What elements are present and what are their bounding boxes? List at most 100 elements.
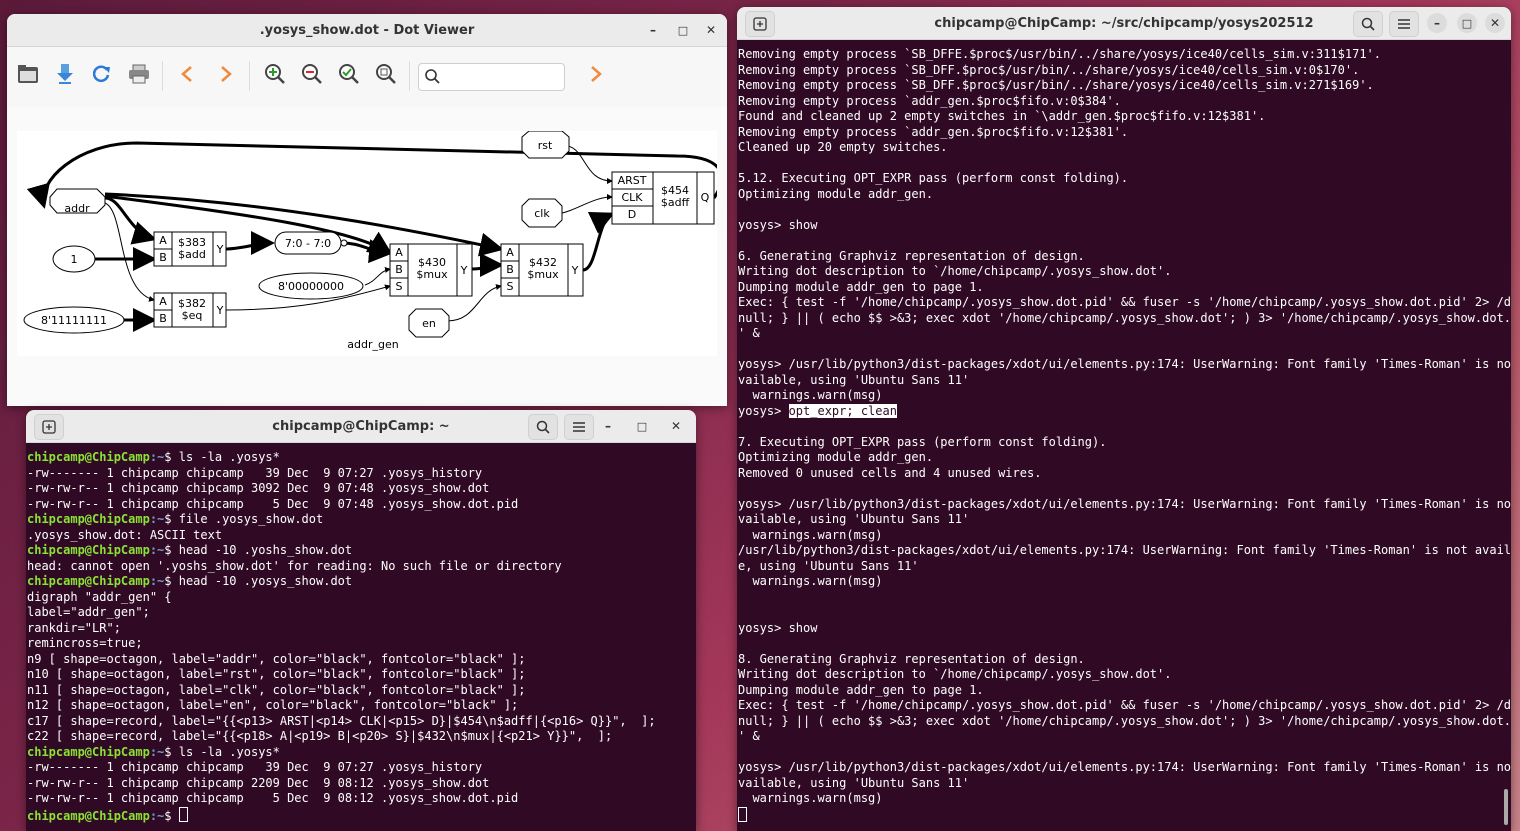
minimize-button[interactable]: – (598, 416, 618, 436)
graph-svg: addr rst clk en 1 8'11111111 8'00000000 … (23, 130, 723, 351)
terminal-cursor (738, 806, 747, 822)
minimize-button[interactable]: – (1427, 13, 1447, 33)
terminal-line: Found and cleaned up 2 empty switches in… (738, 109, 1266, 123)
back-icon[interactable] (174, 61, 200, 87)
zoom-out-icon[interactable] (299, 61, 325, 87)
svg-text:D: D (628, 208, 636, 221)
maximize-button[interactable]: □ (1457, 13, 1477, 33)
download-icon[interactable] (52, 61, 78, 87)
new-tab-icon (753, 17, 767, 31)
terminal-left-output[interactable]: chipcamp@ChipCamp:~$ ls -la .yosys* -rw--… (26, 443, 696, 831)
edge-mux2-ff (582, 212, 615, 272)
svg-text:Y: Y (216, 304, 224, 317)
terminal-line: yosys> show (738, 620, 818, 635)
terminal-line: 5.12. Executing OPT_EXPR pass (perform c… (738, 171, 1129, 185)
forward-icon[interactable] (213, 61, 239, 87)
svg-text:S: S (396, 280, 403, 293)
terminal-line: ' & (738, 729, 760, 743)
terminal-line: warnings.warn(msg) (738, 791, 883, 805)
scrollbar-thumb[interactable] (1504, 789, 1508, 825)
cell-add: A B $383 $add Y (153, 231, 227, 267)
node-zeros-label: 8'00000000 (278, 280, 344, 293)
output-line: rankdir="LR"; (27, 620, 121, 635)
prompt-line: chipcamp@ChipCamp:~$ head -10 .yosys_sho… (27, 574, 353, 588)
output-line: c22 [ shape=record, label="{{<p18> A|<p1… (27, 729, 613, 743)
terminal-line: vailable, using 'Ubuntu Sans 11' (738, 372, 970, 387)
close-button[interactable]: ✕ (1485, 13, 1505, 33)
terminal-line: vailable, using 'Ubuntu Sans 11' (738, 512, 970, 526)
edge-mux1-mux2 (471, 253, 504, 278)
terminal-line: yosys> show (738, 217, 818, 232)
hamburger-icon (1398, 19, 1410, 29)
dot-viewer-titlebar[interactable]: .yosys_show.dot - Dot Viewer – □ ✕ (7, 14, 727, 47)
menu-button[interactable] (564, 414, 594, 440)
output-line: -rw------- 1 chipcamp chipcamp 39 Dec 9 … (27, 760, 483, 774)
terminal-right-output[interactable]: Removing empty process `SB_DFFE.$proc$/u… (737, 40, 1511, 831)
find-next-icon[interactable] (583, 61, 609, 87)
close-button[interactable]: ✕ (666, 416, 686, 436)
search-icon (536, 420, 550, 434)
svg-text:B: B (159, 312, 167, 325)
new-tab-button[interactable] (745, 11, 775, 37)
zoom-100-icon[interactable] (373, 61, 399, 87)
svg-text:$mux: $mux (527, 268, 559, 281)
search-button[interactable] (1353, 11, 1383, 37)
window-title: chipcamp@ChipCamp: ~ (272, 418, 450, 434)
menu-button[interactable] (1389, 11, 1419, 37)
find-input[interactable] (418, 63, 565, 91)
node-one-label: 1 (71, 253, 78, 266)
new-tab-button[interactable] (34, 414, 64, 440)
close-button[interactable]: ✕ (701, 20, 721, 40)
find-icon (425, 69, 440, 84)
maximize-button[interactable]: □ (673, 20, 693, 40)
edge-clk-ff (556, 194, 613, 215)
terminal-left-window: chipcamp@ChipCamp: ~ – □ ✕ chipcamp@Chip… (26, 410, 696, 831)
terminal-line: e, using 'Ubuntu Sans 11' (738, 558, 919, 573)
terminal-line: Writing dot description to `/home/chipca… (738, 667, 1172, 681)
terminal-left-titlebar[interactable]: chipcamp@ChipCamp: ~ – □ ✕ (26, 410, 696, 443)
svg-text:A: A (395, 246, 403, 259)
edge-add-slice (224, 231, 275, 256)
terminal-line: 6. Generating Graphviz representation of… (738, 248, 1085, 263)
terminal-line: warnings.warn(msg) (738, 388, 883, 402)
print-icon[interactable] (126, 61, 152, 87)
terminal-line: 8. Generating Graphviz representation of… (738, 651, 1085, 666)
svg-text:ARST: ARST (618, 174, 647, 187)
graph-canvas[interactable]: addr rst clk en 1 8'11111111 8'00000000 … (17, 130, 723, 356)
search-button[interactable] (528, 414, 558, 440)
zoom-fit-icon[interactable] (336, 61, 362, 87)
open-icon[interactable] (15, 61, 41, 87)
svg-text:CLK: CLK (621, 191, 643, 204)
svg-text:A: A (159, 295, 167, 308)
dot-viewer-toolbar (7, 47, 727, 107)
svg-text:B: B (159, 251, 167, 264)
prompt-line: chipcamp@ChipCamp:~$ ls -la .yosys* (27, 744, 280, 759)
terminal-line: yosys> opt_expr; clean (738, 403, 897, 418)
output-line: .yosys_show.dot: ASCII text (27, 527, 223, 542)
terminal-line: ' & (738, 326, 760, 340)
terminal-line: warnings.warn(msg) (738, 527, 883, 542)
maximize-button[interactable]: □ (632, 416, 652, 436)
terminal-line: warnings.warn(msg) (738, 574, 883, 588)
terminal-line: Removing empty process `SB_DFF.$proc$/us… (738, 62, 1360, 77)
node-rst-label: rst (538, 139, 553, 152)
terminal-line: Cleaned up 20 empty switches. (738, 140, 948, 154)
svg-text:Y: Y (460, 264, 468, 277)
svg-text:Q: Q (701, 191, 710, 204)
terminal-line: null; } || ( echo $$ >&3; exec xdot '/ho… (738, 713, 1511, 728)
refresh-icon[interactable] (89, 61, 115, 87)
output-line: -rw-rw-r-- 1 chipcamp chipcamp 5 Dec 9 0… (27, 791, 519, 805)
prompt-line: chipcamp@ChipCamp:~$ (27, 806, 696, 823)
terminal-line: Exec: { test -f '/home/chipcamp/.yosys_s… (738, 698, 1511, 712)
svg-text:$add: $add (178, 248, 206, 261)
zoom-in-icon[interactable] (262, 61, 288, 87)
minimize-button[interactable]: – (643, 20, 663, 40)
node-en-label: en (422, 317, 436, 330)
terminal-right-titlebar[interactable]: chipcamp@ChipCamp: ~/src/chipcamp/yosys2… (737, 7, 1511, 40)
node-slice-label: 7:0 - 7:0 (285, 237, 331, 250)
cell-eq: A B $382 $eq Y (153, 292, 227, 328)
